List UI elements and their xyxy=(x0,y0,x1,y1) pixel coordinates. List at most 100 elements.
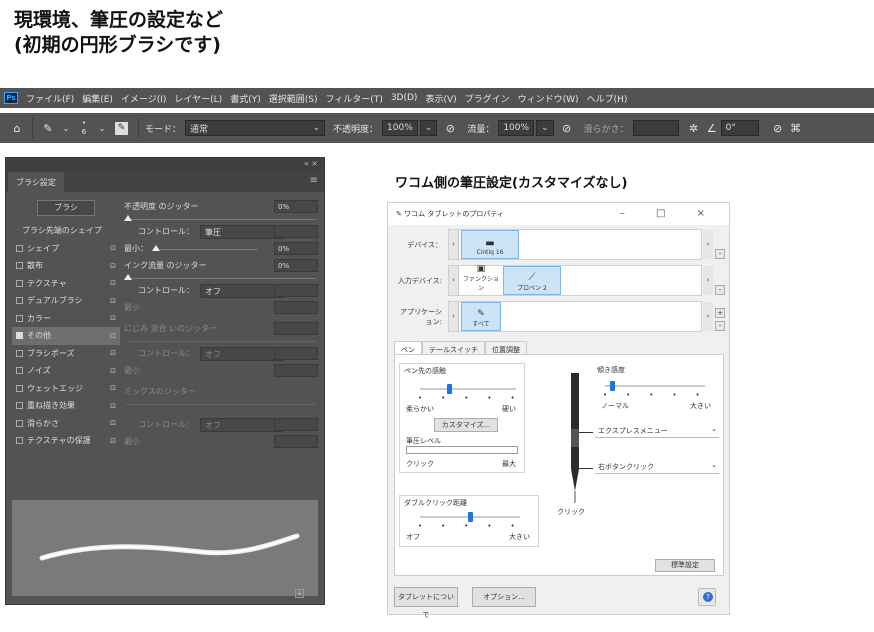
sidebar-item-wet-edges[interactable]: ウェットエッジ ⊡ xyxy=(12,380,120,398)
brushes-button[interactable]: ブラシ xyxy=(37,200,95,216)
scroll-right-button[interactable]: › xyxy=(703,266,713,295)
scroll-right-button[interactable]: › xyxy=(703,230,713,259)
sidebar-item-texture[interactable]: テクスチャ ⊡ xyxy=(12,275,120,293)
checkbox[interactable] xyxy=(16,419,23,427)
app-tile-all[interactable]: ✎ すべて xyxy=(461,302,501,331)
input-tile-functions[interactable]: ▣ ファンクション xyxy=(461,264,501,295)
lock-icon[interactable]: ⊡ xyxy=(110,437,116,445)
opacity-jitter-slider[interactable] xyxy=(124,215,318,223)
scroll-left-button[interactable]: ‹ xyxy=(449,266,459,295)
pressure-size-icon[interactable]: ⊘ xyxy=(769,122,787,135)
input-tile-pro-pen[interactable]: ⟋ プロペン 2 xyxy=(503,266,561,295)
lock-icon[interactable]: ⊡ xyxy=(110,244,116,252)
about-button[interactable]: タブレットについて xyxy=(394,587,458,619)
checkbox[interactable] xyxy=(16,244,23,252)
scroll-left-button[interactable]: ‹ xyxy=(449,302,459,331)
opacity-dropdown[interactable]: ⌄ xyxy=(419,120,438,136)
checkbox[interactable] xyxy=(16,384,23,392)
lower-button-select[interactable]: 右ボタンクリック xyxy=(595,461,719,474)
brush-size-picker[interactable]: • 6 xyxy=(75,119,93,137)
defaults-button[interactable]: 標準設定 xyxy=(655,559,715,572)
checkbox[interactable] xyxy=(16,262,23,270)
menu-view[interactable]: 表示(V) xyxy=(425,92,456,105)
checkbox[interactable] xyxy=(16,367,23,375)
lock-icon[interactable]: ⊡ xyxy=(110,349,116,357)
menu-image[interactable]: イメージ(I) xyxy=(121,92,167,105)
menu-3d[interactable]: 3D(D) xyxy=(391,93,418,103)
menu-edit[interactable]: 編集(E) xyxy=(82,92,113,105)
slider-knob[interactable] xyxy=(468,512,473,522)
lock-icon[interactable]: ⊡ xyxy=(110,297,116,305)
menu-type[interactable]: 書式(Y) xyxy=(230,92,261,105)
opacity-jitter-input[interactable]: 0% xyxy=(274,200,318,213)
add-app-button[interactable]: + xyxy=(715,308,725,318)
options-button[interactable]: オプション... xyxy=(472,587,536,607)
panel-menu-icon[interactable]: ≡ xyxy=(310,175,318,186)
mode-select[interactable]: 通常 ⌄ xyxy=(185,120,326,136)
menu-layer[interactable]: レイヤー(L) xyxy=(174,92,222,105)
checkbox-checked[interactable] xyxy=(16,332,23,340)
upper-button-select[interactable]: エクスプレスメニュー xyxy=(595,425,719,438)
menu-select[interactable]: 選択範囲(S) xyxy=(269,92,318,105)
slider-knob[interactable] xyxy=(610,381,615,391)
lock-icon[interactable]: ⊡ xyxy=(110,262,116,270)
flow-jitter-input[interactable]: 0% xyxy=(274,259,318,272)
sidebar-item-color[interactable]: カラー ⊡ xyxy=(12,310,120,328)
checkbox[interactable] xyxy=(16,314,23,322)
opacity-input[interactable]: 100% xyxy=(382,120,418,136)
sidebar-item-noise[interactable]: ノイズ ⊡ xyxy=(12,362,120,380)
scroll-right-button[interactable]: › xyxy=(703,302,713,331)
double-click-slider[interactable] xyxy=(420,512,520,522)
slider-knob[interactable] xyxy=(447,384,452,394)
menu-window[interactable]: ウィンドウ(W) xyxy=(518,92,579,105)
checkbox[interactable] xyxy=(16,402,23,410)
slider-knob[interactable] xyxy=(152,244,160,251)
sidebar-item-tip-shape[interactable]: ブラシ先端のシェイプ xyxy=(12,222,120,240)
angle-input[interactable]: 0° xyxy=(720,120,759,136)
tab-brush-settings[interactable]: ブラシ設定 xyxy=(8,172,64,192)
checkbox[interactable] xyxy=(16,297,23,305)
remove-device-button[interactable]: - xyxy=(715,249,725,259)
flow-jitter-slider[interactable] xyxy=(124,274,318,282)
flow-dropdown[interactable]: ⌄ xyxy=(536,120,554,136)
home-icon[interactable]: ⌂ xyxy=(8,122,26,135)
lock-icon[interactable]: ⊡ xyxy=(110,384,116,392)
checkbox[interactable] xyxy=(16,349,23,357)
airbrush-icon[interactable]: ⊘ xyxy=(558,122,576,135)
lock-icon[interactable]: ⊡ xyxy=(110,279,116,287)
symmetry-icon[interactable]: ⌘ xyxy=(787,122,805,135)
remove-input-button[interactable]: - xyxy=(715,285,725,295)
control-select-1[interactable]: 筆圧 xyxy=(200,224,284,239)
checkbox[interactable] xyxy=(16,437,23,445)
lock-icon[interactable]: ⊡ xyxy=(110,314,116,322)
sidebar-item-dual-brush[interactable]: デュアルブラシ ⊡ xyxy=(12,292,120,310)
menu-plugins[interactable]: プラグイン xyxy=(465,92,510,105)
close-icon[interactable]: × xyxy=(311,159,318,168)
new-brush-icon[interactable]: + xyxy=(295,589,304,598)
sidebar-item-scatter[interactable]: 散布 ⊡ xyxy=(12,257,120,275)
sidebar-item-smoothing[interactable]: 滑らかさ ⊡ xyxy=(12,415,120,433)
sidebar-item-protect-texture[interactable]: テクスチャの保護 ⊡ xyxy=(12,432,120,450)
control-select-2[interactable]: オフ xyxy=(200,283,284,298)
chevron-down-icon[interactable]: ⌄ xyxy=(93,124,111,133)
brush-panel-toggle-icon[interactable]: ✎ xyxy=(115,121,128,135)
gear-icon[interactable]: ✲ xyxy=(685,122,703,135)
chevron-down-icon[interactable]: ⌄ xyxy=(57,124,75,133)
pressure-opacity-icon[interactable]: ⊘ xyxy=(441,122,459,135)
flow-input[interactable]: 100% xyxy=(498,120,535,136)
lock-icon[interactable]: ⊡ xyxy=(110,332,116,340)
checkbox[interactable] xyxy=(16,279,23,287)
help-button[interactable] xyxy=(698,588,716,606)
tilt-slider[interactable] xyxy=(605,381,705,391)
lock-icon[interactable]: ⊡ xyxy=(110,419,116,427)
minimum-slider-1[interactable] xyxy=(152,244,260,253)
scroll-left-button[interactable]: ‹ xyxy=(449,230,459,259)
lock-icon[interactable]: ⊡ xyxy=(110,402,116,410)
sidebar-item-build-up[interactable]: 重ね描き効果 ⊡ xyxy=(12,397,120,415)
slider-knob[interactable] xyxy=(124,215,132,221)
menu-file[interactable]: ファイル(F) xyxy=(26,92,74,105)
menu-filter[interactable]: フィルター(T) xyxy=(325,92,382,105)
smoothing-input[interactable] xyxy=(632,120,679,136)
window-controls[interactable]: – □ × xyxy=(620,208,719,219)
customize-button[interactable]: カスタマイズ... xyxy=(434,418,498,432)
